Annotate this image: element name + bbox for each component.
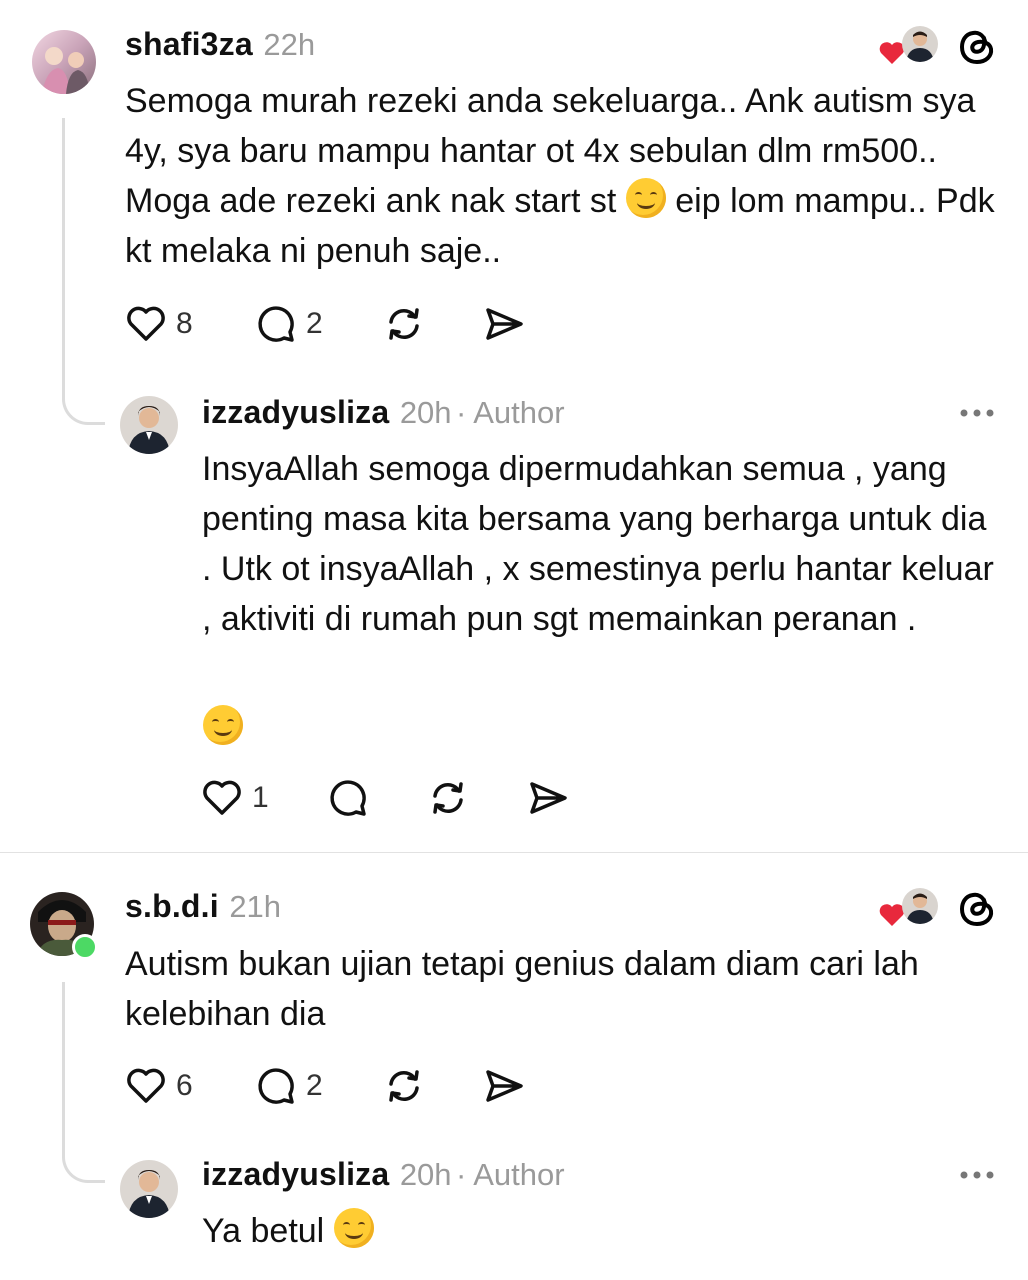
action-bar: 1 [200, 776, 580, 820]
like-count: 8 [176, 307, 193, 340]
thread-curve [62, 1140, 105, 1183]
avatar-izzadyusliza[interactable] [120, 396, 178, 454]
timestamp: 20h [399, 395, 452, 430]
comment-button[interactable]: 2 [254, 1064, 334, 1108]
share-icon [486, 308, 523, 340]
reply-emoji-line [203, 705, 243, 745]
username[interactable]: shafi3za [125, 26, 253, 62]
author-badge: · Author [456, 395, 565, 430]
author-avatar-small [902, 888, 938, 924]
divider [0, 852, 1028, 853]
comment-button[interactable] [326, 776, 370, 820]
comment-icon [330, 780, 366, 816]
comment-header: shafi3za 22h [125, 26, 315, 63]
comment-header: s.b.d.i 21h [125, 888, 281, 925]
liked-by-author-indicator [878, 24, 940, 68]
comment-icon [258, 306, 294, 342]
timestamp: 20h [399, 1157, 452, 1192]
repost-button[interactable] [382, 302, 426, 346]
like-count: 6 [176, 1069, 193, 1102]
share-button[interactable] [482, 302, 526, 346]
username[interactable]: s.b.d.i [125, 888, 219, 924]
more-options-button[interactable] [956, 1160, 1000, 1190]
comment-icon [258, 1068, 294, 1104]
thread-line [62, 982, 65, 1142]
like-count: 1 [252, 781, 269, 814]
avatar-image [42, 47, 90, 94]
smiling-face-emoji [625, 178, 666, 218]
avatar-shafi3za[interactable] [32, 30, 96, 94]
author-avatar-small [902, 26, 938, 62]
like-button[interactable]: 6 [124, 1064, 204, 1108]
heart-icon [127, 1068, 165, 1103]
threads-logo-icon[interactable] [955, 886, 999, 930]
comment-body: Semoga murah rezeki anda sekeluarga.. An… [125, 82, 995, 270]
comment-button[interactable]: 2 [254, 302, 334, 346]
username[interactable]: izzadyusliza [202, 394, 389, 430]
avatar-izzadyusliza[interactable] [120, 1160, 178, 1218]
like-button[interactable]: 8 [124, 302, 204, 346]
reply-header: izzadyusliza 20h · Author [202, 1156, 565, 1193]
reply-count: 2 [306, 1069, 323, 1102]
reply-body: InsyaAllah semoga dipermudahkan semua , … [202, 450, 994, 638]
liked-by-author-indicator [878, 886, 940, 930]
share-icon [486, 1070, 523, 1102]
repost-button[interactable] [382, 1064, 426, 1108]
thread-line [62, 118, 65, 383]
heart-icon [203, 780, 241, 815]
smiling-face-emoji [203, 705, 243, 745]
share-button[interactable] [482, 1064, 526, 1108]
thread-curve [62, 382, 105, 425]
comment-body: Autism bukan ujian tetapi genius dalam d… [125, 945, 919, 1033]
threads-logo-icon[interactable] [955, 24, 999, 68]
action-bar: 6 2 [124, 1064, 544, 1108]
repost-button[interactable] [426, 776, 470, 820]
like-button[interactable]: 1 [200, 776, 280, 820]
action-bar: 8 2 [124, 302, 544, 346]
share-button[interactable] [526, 776, 570, 820]
timestamp: 22h [263, 27, 316, 62]
share-icon [530, 782, 567, 814]
repost-icon [389, 308, 419, 340]
username[interactable]: izzadyusliza [202, 1156, 389, 1192]
author-badge: · Author [456, 1157, 565, 1192]
smiling-face-emoji [333, 1208, 374, 1248]
reply-count: 2 [306, 307, 323, 340]
more-icon [960, 409, 994, 417]
more-icon [960, 1171, 994, 1179]
reply-header: izzadyusliza 20h · Author [202, 394, 565, 431]
online-status-indicator [72, 934, 98, 960]
repost-icon [433, 782, 463, 814]
reply-body: Ya betul [202, 1206, 1002, 1256]
repost-icon [389, 1070, 419, 1102]
heart-icon [127, 306, 165, 341]
timestamp: 21h [229, 889, 282, 924]
more-options-button[interactable] [956, 398, 1000, 428]
